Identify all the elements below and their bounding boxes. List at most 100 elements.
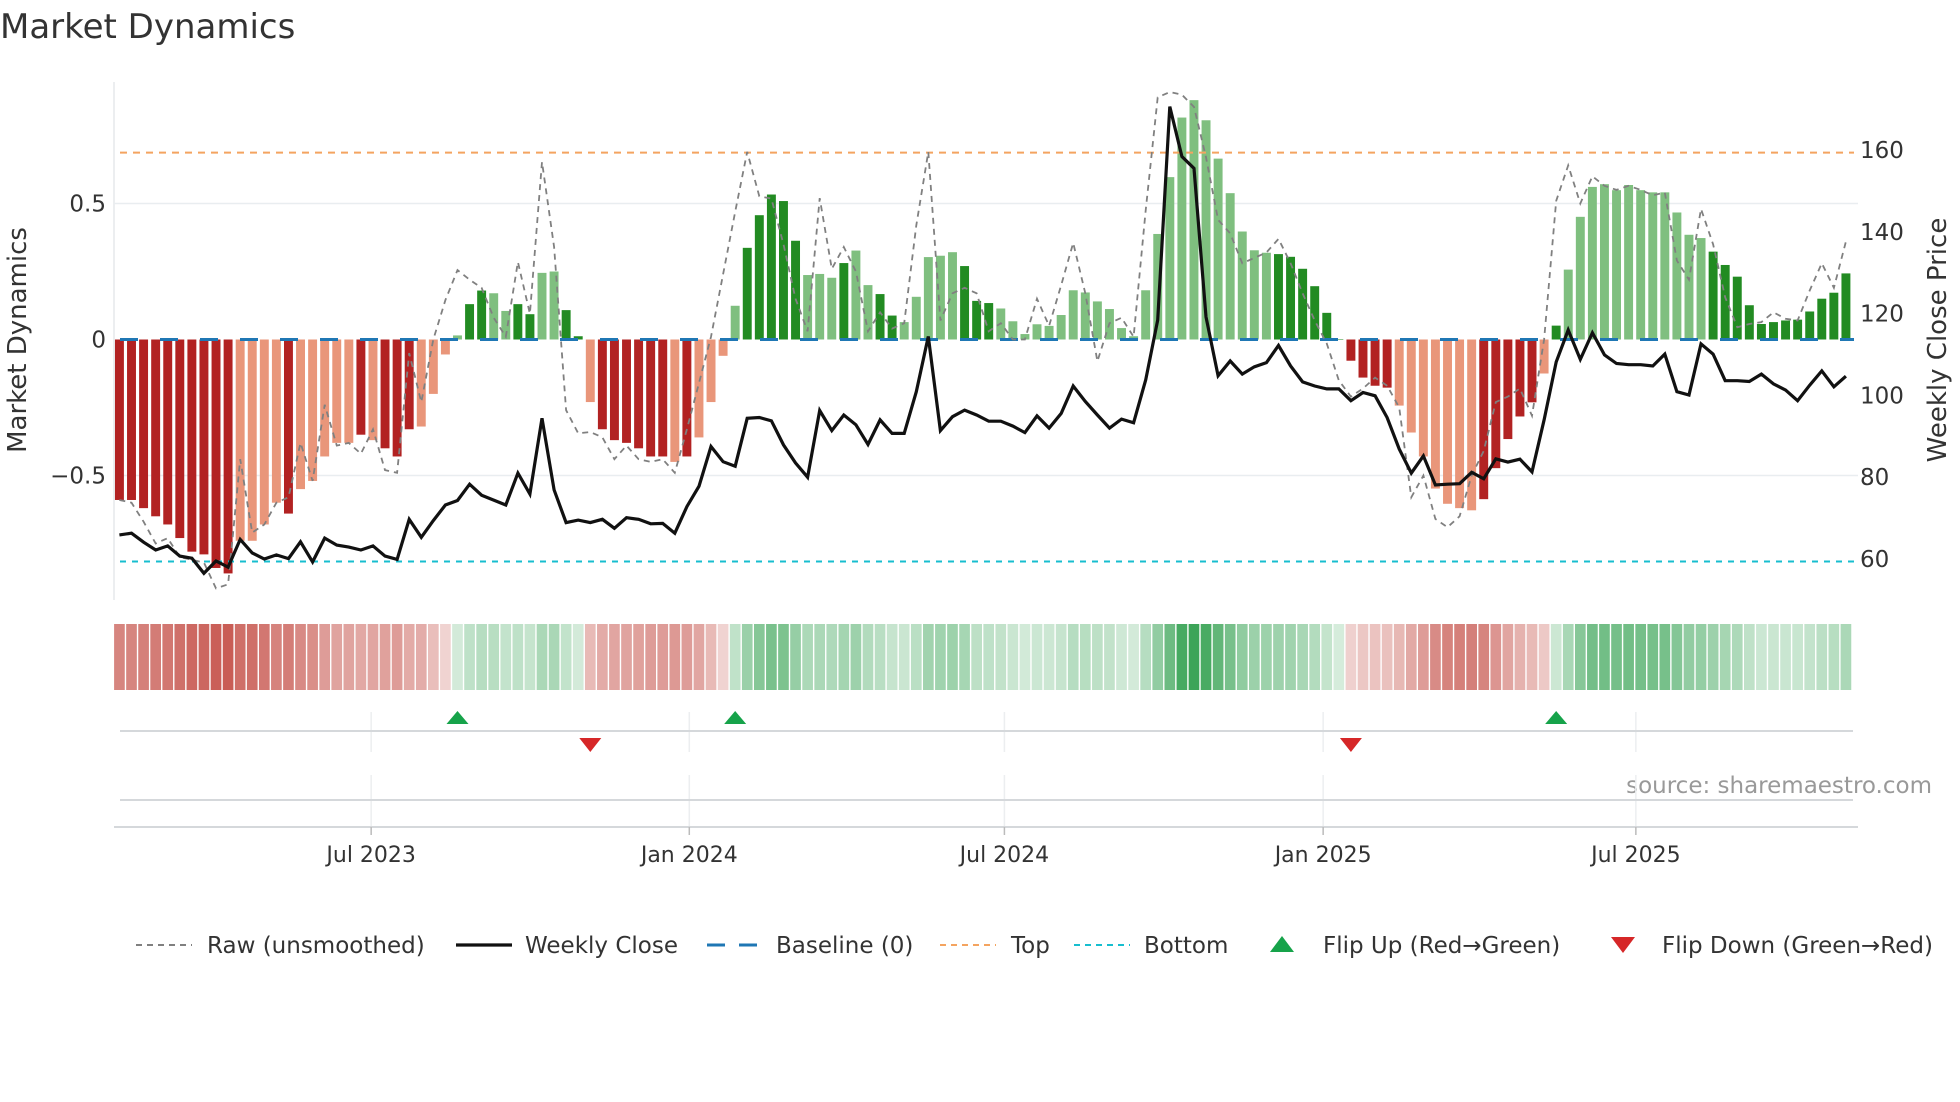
- strip-cell: [910, 624, 922, 690]
- bar: [1044, 325, 1054, 340]
- strip-cell: [1176, 624, 1188, 690]
- strip-cell: [983, 624, 995, 690]
- bar: [1406, 339, 1416, 433]
- strip-cell: [1188, 624, 1200, 690]
- bar: [163, 339, 173, 525]
- strip-cell: [572, 624, 584, 690]
- bar: [1237, 231, 1247, 340]
- strip-cell: [1442, 624, 1453, 690]
- bar: [223, 339, 233, 574]
- bar: [1286, 256, 1296, 340]
- bar: [199, 339, 209, 555]
- bar: [1310, 286, 1320, 340]
- bar: [1274, 254, 1283, 340]
- bar: [972, 300, 982, 340]
- flip-up-marker: [1545, 711, 1568, 724]
- bar: [1648, 192, 1658, 340]
- strip-cell: [1236, 624, 1248, 690]
- strip-cell: [440, 624, 451, 690]
- strip-cell: [874, 624, 886, 690]
- x-tick-label: Jan 2024: [639, 843, 738, 868]
- legend: Raw (unsmoothed) Weekly Close Baseline (0)…: [136, 933, 1933, 959]
- legend-flip-down-icon: [1611, 937, 1635, 953]
- strip-cell: [838, 624, 850, 690]
- strip-cell: [464, 624, 475, 690]
- strip-cell: [1756, 624, 1767, 690]
- strip-cell: [1067, 624, 1079, 690]
- strip-cell: [753, 624, 765, 690]
- y-tick-label-right: 60: [1860, 547, 1889, 573]
- bar: [1141, 290, 1151, 340]
- legend-label: Flip Up (Red→Green): [1323, 933, 1560, 959]
- bar: [1720, 264, 1730, 340]
- strip-cell: [114, 624, 125, 690]
- bar: [1358, 339, 1368, 378]
- bar: [718, 339, 728, 356]
- bar: [960, 266, 970, 340]
- strip-cell: [802, 624, 813, 690]
- strip-cell: [1224, 624, 1236, 690]
- strip-cell: [331, 624, 343, 690]
- strip-cell: [246, 624, 258, 690]
- bar: [839, 263, 849, 340]
- strip-cell: [1369, 624, 1381, 690]
- bar: [1117, 328, 1126, 340]
- strip-cell: [741, 624, 753, 690]
- bar: [791, 240, 801, 340]
- regime-strip: [114, 624, 1852, 690]
- bar: [1443, 339, 1452, 504]
- strip-cell: [1490, 624, 1502, 690]
- strip-cell: [1478, 624, 1490, 690]
- strip-cell: [778, 624, 789, 690]
- strip-cell: [1273, 624, 1284, 690]
- strip-cell: [1248, 624, 1260, 690]
- strip-cell: [1031, 624, 1043, 690]
- strip-cell: [584, 624, 596, 690]
- strip-cell: [1587, 624, 1598, 690]
- strip-cell: [790, 624, 801, 690]
- legend-label: Baseline (0): [776, 933, 913, 959]
- strip-cell: [1104, 624, 1115, 690]
- bar: [1068, 290, 1078, 340]
- strip-cell: [645, 624, 656, 690]
- x-tick-label: Jul 2025: [1589, 843, 1681, 868]
- bar: [235, 339, 245, 541]
- strip-cell: [403, 624, 415, 690]
- strip-cell: [1116, 624, 1127, 690]
- bar: [646, 339, 656, 457]
- strip-cell: [1562, 624, 1574, 690]
- strip-cell: [1502, 624, 1514, 690]
- bar: [1732, 276, 1742, 340]
- bar: [1636, 190, 1646, 340]
- strip-cell: [391, 624, 403, 690]
- strip-cell: [609, 624, 620, 690]
- strip-cell: [633, 624, 644, 690]
- bar: [1213, 158, 1223, 340]
- strip-cell: [1574, 624, 1586, 690]
- bar: [754, 215, 764, 340]
- bar: [344, 339, 354, 443]
- bar: [682, 339, 692, 457]
- bar: [1056, 315, 1066, 340]
- bar: [1080, 292, 1090, 340]
- flip-markers-panel: Jul 2023 Jan 2024 Jul 2024 Jan 2025 Jul 2025: [114, 711, 1858, 868]
- bar: [585, 339, 595, 403]
- strip-cell: [1393, 624, 1405, 690]
- bar: [1756, 323, 1766, 340]
- y-tick-label-right: 120: [1860, 302, 1904, 328]
- y-tick-label-left: 0.5: [69, 192, 106, 218]
- bar: [368, 339, 378, 441]
- strip-cell: [1550, 624, 1562, 690]
- strip-cell: [476, 624, 487, 690]
- strip-cell: [319, 624, 331, 690]
- y-tick-label-right: 160: [1860, 138, 1904, 164]
- bar: [875, 294, 885, 340]
- strip-cell: [1840, 624, 1852, 690]
- bar: [815, 273, 825, 340]
- bar: [1249, 250, 1259, 340]
- bar: [1744, 305, 1754, 340]
- strip-cell: [174, 624, 186, 690]
- bar: [187, 339, 197, 552]
- x-tick-label: Jan 2025: [1273, 843, 1372, 868]
- bar: [1346, 339, 1356, 361]
